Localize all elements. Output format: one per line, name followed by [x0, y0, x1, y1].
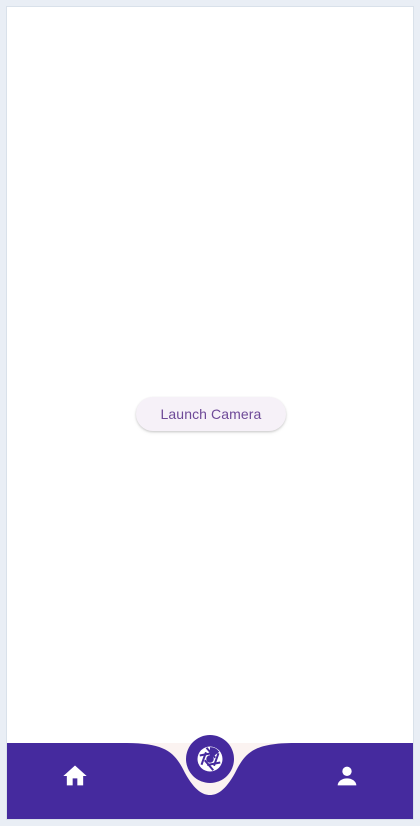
person-icon[interactable]	[332, 761, 362, 791]
home-icon[interactable]	[60, 761, 90, 791]
bottom-navigation-bar	[7, 735, 413, 819]
main-content: Launch Camera	[7, 7, 413, 745]
launch-camera-button[interactable]: Launch Camera	[136, 397, 286, 431]
camera-shutter-icon	[197, 746, 223, 772]
camera-shutter-button[interactable]	[186, 735, 234, 783]
app-screen: Launch Camera	[6, 6, 414, 820]
